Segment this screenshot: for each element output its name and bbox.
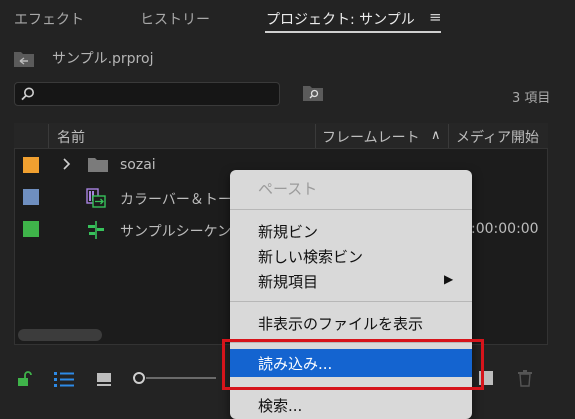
row-media-start: :00:00:00	[471, 221, 539, 237]
menu-item-find[interactable]: 検索...	[258, 395, 302, 416]
column-divider	[48, 124, 49, 148]
horizontal-scrollbar[interactable]	[18, 329, 102, 341]
menu-item-new-item[interactable]: 新規項目	[258, 271, 318, 292]
trash-icon[interactable]	[517, 369, 535, 387]
search-input[interactable]	[14, 82, 280, 106]
menu-item-new-bin[interactable]: 新規ビン	[258, 221, 318, 242]
annotation-highlight-box	[222, 339, 484, 390]
zoom-slider-handle[interactable]	[133, 372, 145, 384]
tab-project[interactable]: プロジェクト: サンプル	[266, 9, 415, 29]
column-divider	[315, 124, 316, 148]
search-icon	[20, 86, 36, 102]
submenu-arrow-icon: ▶	[444, 272, 454, 286]
row-name[interactable]: sozai	[120, 157, 156, 173]
color-bars-icon	[86, 188, 106, 212]
menu-separator	[230, 301, 472, 302]
menu-item-paste[interactable]: ペースト	[258, 178, 317, 199]
tab-history[interactable]: ヒストリー	[140, 9, 210, 29]
menu-item-new-search-bin[interactable]: 新しい検索ビン	[258, 246, 363, 267]
tab-effects[interactable]: エフェクト	[14, 9, 84, 29]
column-header-name[interactable]: 名前	[57, 127, 85, 147]
new-search-bin-button[interactable]	[302, 84, 324, 102]
column-header-frame-rate[interactable]: フレームレート	[322, 127, 420, 147]
panel-menu-icon[interactable]: ≡	[429, 8, 442, 26]
sequence-icon	[86, 220, 106, 244]
label-color-swatch[interactable]	[23, 189, 39, 205]
column-divider	[448, 124, 449, 148]
project-file-icon	[13, 50, 35, 68]
zoom-slider-track[interactable]	[146, 377, 216, 379]
icon-view-icon[interactable]	[95, 370, 113, 388]
lock-open-icon[interactable]	[16, 370, 34, 388]
item-count: 3 項目	[512, 91, 551, 106]
menu-item-show-hidden-files[interactable]: 非表示のファイルを表示	[258, 313, 423, 334]
project-name: サンプル.prproj	[52, 51, 154, 67]
folder-icon	[87, 157, 109, 177]
list-view-icon[interactable]	[53, 370, 74, 388]
menu-separator	[230, 209, 472, 210]
label-color-swatch[interactable]	[23, 221, 39, 237]
disclosure-triangle-icon[interactable]	[62, 157, 72, 174]
sort-ascending-icon[interactable]: ∧	[431, 128, 441, 143]
active-tab-indicator	[265, 31, 441, 33]
row-name[interactable]: サンプルシーケン	[120, 221, 231, 241]
row-name[interactable]: カラーバー＆トー	[120, 189, 232, 209]
column-header-media-start[interactable]: メディア開始	[456, 127, 539, 147]
label-color-swatch[interactable]	[23, 157, 39, 173]
